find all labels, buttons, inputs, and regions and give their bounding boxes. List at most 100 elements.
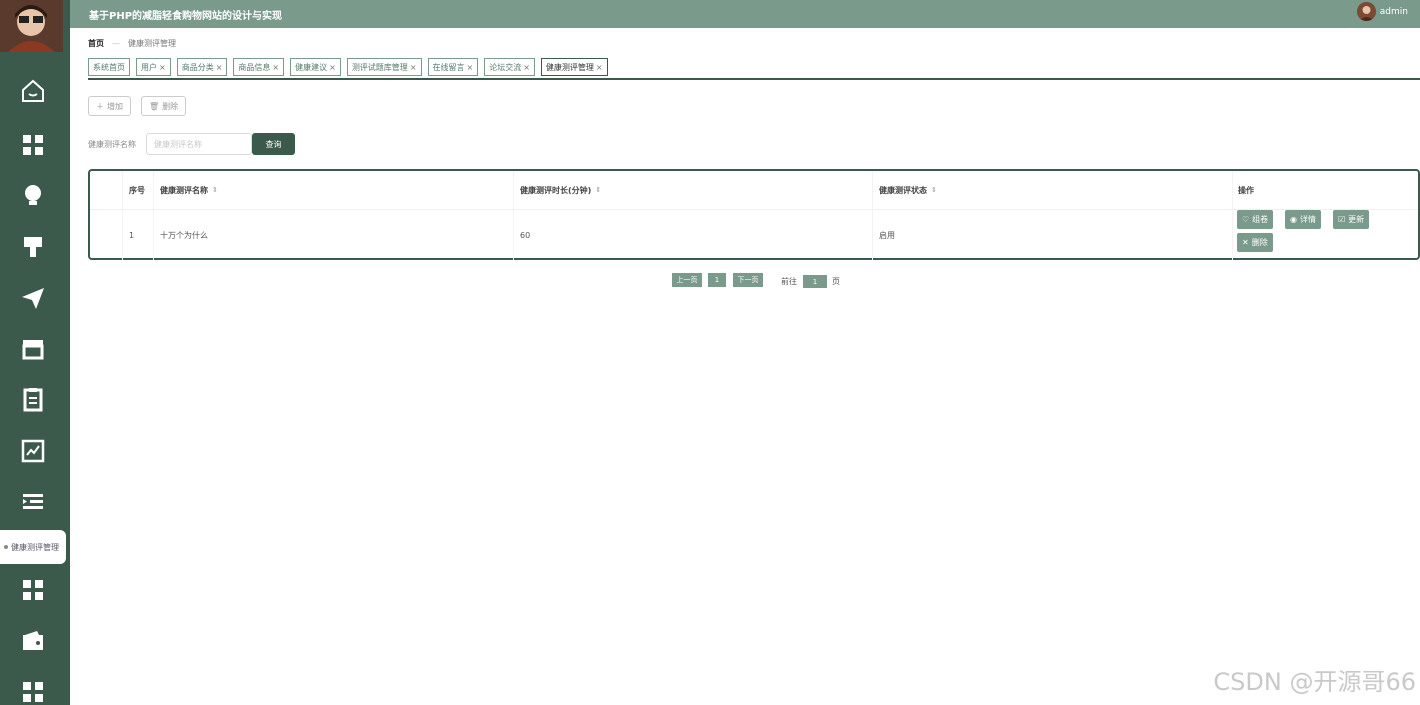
row-divider bbox=[90, 209, 1418, 210]
header-index-label: 序号 bbox=[129, 185, 145, 195]
header-name-label: 健康测评名称 bbox=[160, 185, 208, 195]
sort-icon[interactable]: ⇕ bbox=[212, 186, 218, 194]
bullet-icon bbox=[4, 545, 8, 549]
wallet-icon[interactable] bbox=[20, 628, 46, 654]
next-page-button[interactable]: 下一页 bbox=[733, 273, 763, 287]
close-icon[interactable]: × bbox=[159, 63, 166, 72]
goto-page-input[interactable]: 1 bbox=[803, 275, 827, 288]
header-status[interactable]: 健康测评状态 ⇕ bbox=[879, 171, 937, 209]
data-table: 序号 健康测评名称 ⇕ 健康测评时长(分钟) ⇕ 健康测评状态 ⇕ 操作 1 十万个为… bbox=[88, 169, 1420, 260]
header-duration-label: 健康测评时长(分钟) bbox=[520, 185, 592, 195]
row-delete-button[interactable]: ✕ 删除 bbox=[1237, 233, 1273, 252]
tab-underline bbox=[88, 78, 1420, 80]
username[interactable]: admin bbox=[1380, 7, 1408, 17]
cell-status: 启用 bbox=[879, 230, 895, 240]
column-divider bbox=[1232, 171, 1233, 260]
tab-health-advice[interactable]: 健康建议 × bbox=[290, 58, 341, 76]
page-number-button[interactable]: 1 bbox=[708, 273, 726, 287]
logo-avatar bbox=[0, 0, 63, 52]
close-icon[interactable]: × bbox=[410, 63, 417, 72]
detail-button-label: 详情 bbox=[1299, 215, 1316, 224]
tab-label: 在线留言 bbox=[432, 62, 465, 72]
goto-suffix: 页 bbox=[832, 277, 840, 286]
cell-name: 十万个为什么 bbox=[160, 230, 208, 240]
home-icon[interactable] bbox=[20, 78, 46, 104]
row-delete-button-label: 删除 bbox=[1251, 238, 1268, 247]
header-actions-label: 操作 bbox=[1238, 185, 1254, 195]
search-label: 健康测评名称 bbox=[88, 140, 136, 149]
column-divider bbox=[122, 171, 123, 260]
close-icon[interactable]: × bbox=[467, 63, 474, 72]
tab-label: 健康测评管理 bbox=[545, 62, 594, 72]
prev-page-button[interactable]: 上一页 bbox=[672, 273, 702, 287]
close-icon[interactable]: × bbox=[523, 63, 530, 72]
tab-label: 测评试题库管理 bbox=[351, 62, 408, 72]
tab-product-category[interactable]: 商品分类 × bbox=[176, 58, 228, 76]
tab-label: 商品分类 bbox=[181, 62, 214, 72]
detail-button[interactable]: ◉ 详情 bbox=[1285, 210, 1321, 229]
sort-icon[interactable]: ⇕ bbox=[931, 186, 937, 194]
update-button[interactable]: ☑ 更新 bbox=[1333, 210, 1370, 229]
row-checkbox[interactable] bbox=[94, 210, 118, 260]
tab-label: 用户 bbox=[141, 62, 157, 72]
cell-index: 1 bbox=[129, 230, 135, 240]
store-icon[interactable] bbox=[20, 336, 46, 362]
watermark: CSDN @开源哥66 bbox=[1213, 668, 1416, 696]
compose-button-label: 组卷 bbox=[1252, 215, 1269, 224]
delete-button[interactable]: 🗑 删除 bbox=[141, 96, 187, 116]
tab-label: 系统首页 bbox=[93, 62, 125, 72]
grid-icon[interactable] bbox=[20, 577, 46, 603]
tab-question-bank[interactable]: 测评试题库管理 × bbox=[346, 58, 422, 76]
tab-messages[interactable]: 在线留言 × bbox=[427, 58, 479, 76]
tab-system-home[interactable]: 系统首页 bbox=[88, 58, 130, 76]
goto-prefix: 前往 bbox=[781, 277, 797, 286]
close-icon[interactable]: × bbox=[272, 63, 279, 72]
breadcrumb-separator: — bbox=[112, 39, 120, 48]
breadcrumb-home[interactable]: 首页 bbox=[88, 38, 104, 49]
close-icon[interactable]: × bbox=[216, 63, 223, 72]
column-divider bbox=[153, 171, 154, 260]
send-icon[interactable] bbox=[20, 285, 46, 311]
list-indent-icon[interactable] bbox=[20, 489, 46, 515]
grid-icon[interactable] bbox=[20, 132, 46, 158]
tab-label: 商品信息 bbox=[238, 62, 271, 72]
compose-button[interactable]: ♡ 组卷 bbox=[1237, 210, 1274, 229]
tab-users[interactable]: 用户 × bbox=[136, 58, 171, 76]
header-status-label: 健康测评状态 bbox=[879, 185, 927, 195]
sidebar: 健康测评管理 bbox=[0, 0, 70, 705]
app-title: 基于PHP的减脂轻食购物网站的设计与实现 bbox=[89, 11, 283, 22]
tab-forum[interactable]: 论坛交流 × bbox=[484, 58, 535, 76]
tab-product-info[interactable]: 商品信息 × bbox=[233, 58, 285, 76]
topbar: 基于PHP的减脂轻食购物网站的设计与实现 admin bbox=[70, 0, 1420, 28]
user-avatar[interactable] bbox=[1357, 2, 1376, 21]
tab-health-assessment[interactable]: 健康测评管理 × bbox=[540, 58, 608, 76]
sort-icon[interactable]: ⇕ bbox=[595, 186, 601, 194]
delete-button-label: 删除 bbox=[162, 101, 179, 111]
grid-icon[interactable] bbox=[20, 679, 46, 705]
edit-icon: ☑ bbox=[1338, 215, 1346, 224]
trash-icon: 🗑 bbox=[149, 101, 160, 111]
close-icon: ✕ bbox=[1242, 238, 1249, 247]
select-all-checkbox[interactable] bbox=[94, 171, 118, 209]
close-icon[interactable]: × bbox=[329, 63, 336, 72]
header-actions: 操作 bbox=[1238, 171, 1254, 209]
chart-icon[interactable] bbox=[20, 438, 46, 464]
add-button[interactable]: ＋增加 bbox=[88, 96, 131, 116]
search-button[interactable]: 查询 bbox=[252, 133, 295, 155]
add-button-label: 增加 bbox=[107, 101, 123, 111]
brush-icon[interactable] bbox=[20, 234, 46, 260]
header-index: 序号 bbox=[129, 171, 145, 209]
sidebar-item-health-assessment[interactable]: 健康测评管理 bbox=[0, 530, 66, 564]
search-input[interactable] bbox=[146, 133, 252, 155]
clipboard-icon[interactable] bbox=[20, 386, 46, 412]
sidebar-active-label: 健康测评管理 bbox=[11, 542, 59, 552]
plus-icon: ＋ bbox=[96, 101, 104, 111]
tab-label: 论坛交流 bbox=[489, 62, 522, 72]
header-name[interactable]: 健康测评名称 ⇕ bbox=[160, 171, 218, 209]
tab-bar: 系统首页 用户 × 商品分类 × 商品信息 × 健康建议 × 测评试题库管理 × 在线留言… bbox=[88, 58, 608, 76]
close-icon[interactable]: × bbox=[596, 63, 603, 72]
header-duration[interactable]: 健康测评时长(分钟) ⇕ bbox=[520, 171, 601, 209]
cell-duration: 60 bbox=[520, 230, 531, 240]
tab-label: 健康建议 bbox=[295, 62, 328, 72]
bulb-icon[interactable] bbox=[20, 182, 46, 208]
